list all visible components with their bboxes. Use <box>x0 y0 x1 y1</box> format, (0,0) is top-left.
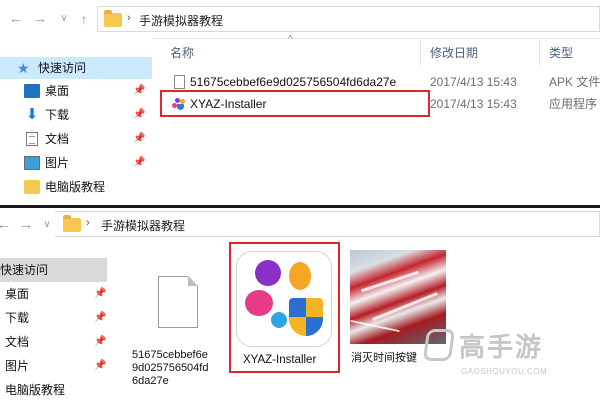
sidebar-item-label: 桌面 <box>5 287 30 301</box>
blue-dot <box>271 312 287 328</box>
file-row-xyaz-installer[interactable]: XYAZ-Installer 2017/4/13 15:43 应用程序 <box>152 93 600 115</box>
watermark-url: GAOSHOUYOU.COM <box>461 367 548 376</box>
breadcrumb-folder[interactable]: 手游模拟器教程 <box>101 217 185 234</box>
shield-icon <box>289 298 323 336</box>
file-date: 2017/4/13 15:43 <box>430 97 517 111</box>
sidebar-item-label: 文档 <box>5 335 30 349</box>
folder-icon <box>63 215 81 232</box>
pin-icon[interactable]: 📌 <box>133 128 145 150</box>
pin-icon[interactable]: 📌 <box>133 152 145 174</box>
pin-icon[interactable]: 📌 <box>94 282 106 306</box>
sidebar-item-pictures[interactable]: 图片 📌 <box>0 354 107 378</box>
file-date: 2017/4/13 15:43 <box>430 75 517 89</box>
pictures-icon <box>24 156 40 170</box>
sidebar-item-label: 电脑版教程 <box>5 383 66 397</box>
folder-icon <box>104 10 122 27</box>
blank-file-icon <box>158 276 198 328</box>
file-tile-apk[interactable]: 51675cebbef6e 9d025756504fd 6da27e <box>128 248 228 400</box>
file-icon <box>174 75 185 89</box>
file-tile-xyaz-installer[interactable]: XYAZ-Installer <box>233 248 335 372</box>
column-divider[interactable] <box>539 40 540 66</box>
back-button[interactable]: ← <box>4 7 28 31</box>
sidebar-item-downloads[interactable]: ⬇ 下载 📌 <box>0 104 152 126</box>
tile-label-line: 51675cebbef6e <box>132 349 208 361</box>
folder-icon <box>24 180 40 194</box>
sidebar-item-desktop[interactable]: 桌面 📌 <box>0 80 152 102</box>
purple-petal <box>255 260 281 286</box>
sidebar-item-label: 下载 <box>45 108 70 122</box>
sidebar-item-pc-tutorials[interactable]: 电脑版教程 <box>0 176 152 198</box>
pin-icon[interactable]: 📌 <box>94 306 106 330</box>
sidebar-item-pictures[interactable]: 图片 📌 <box>0 152 152 174</box>
pin-icon[interactable]: 📌 <box>133 80 145 102</box>
sidebar-item-label: 桌面 <box>45 84 70 98</box>
sidebar-item-label: 图片 <box>45 156 70 170</box>
file-type: APK 文件 <box>549 75 600 89</box>
xyaz-app-icon <box>236 251 332 347</box>
up-button[interactable]: ↑ <box>72 7 96 31</box>
sort-ascending-icon: ^ <box>288 34 293 45</box>
gaoshouyou-logo-icon <box>422 329 456 361</box>
star-icon: ★ <box>17 60 30 76</box>
column-header-modified[interactable]: 修改日期 <box>430 44 478 61</box>
document-icon <box>26 132 38 146</box>
sidebar-item-downloads[interactable]: 下载 📌 <box>0 306 107 330</box>
explorer-window-list-view: ← → ∨ ↑ › 手游模拟器教程 ★ 快速访问 桌面 📌 ⬇ 下载 📌 文档 … <box>0 0 600 205</box>
pin-icon[interactable]: 📌 <box>94 354 106 378</box>
sidebar-item-quick-access[interactable]: ★ 快速访问 <box>0 57 152 79</box>
breadcrumb-separator[interactable]: › <box>127 12 131 24</box>
file-type: 应用程序 <box>549 97 598 111</box>
sidebar-item-label: 快速访问 <box>0 263 49 277</box>
pin-icon[interactable]: 📌 <box>94 330 106 354</box>
pin-icon[interactable]: 📌 <box>133 104 145 126</box>
tile-label-line: 6da27e <box>132 375 169 387</box>
desktop-icon <box>24 84 40 98</box>
breadcrumb-separator[interactable]: › <box>86 217 90 229</box>
sidebar-item-label: 电脑版教程 <box>45 180 106 194</box>
file-row-apk[interactable]: 51675cebbef6e9d025756504fd6da27e 2017/4/… <box>152 71 600 93</box>
orange-petal <box>289 262 311 290</box>
navigation-bar: ← → ∨ ↑ › 手游模拟器教程 <box>0 208 600 244</box>
sidebar-item-label: 文档 <box>45 132 70 146</box>
sidebar-item-label: 下载 <box>5 311 30 325</box>
xyaz-app-icon <box>172 98 186 110</box>
sidebar-item-documents[interactable]: 文档 📌 <box>0 128 152 150</box>
file-name: XYAZ-Installer <box>190 97 267 111</box>
tile-label-line: XYAZ-Installer <box>243 354 317 366</box>
tile-label-line: 9d025756504fd <box>132 362 209 374</box>
pink-petal <box>245 290 273 316</box>
sidebar-item-pc-tutorials[interactable]: 电脑版教程 <box>0 378 107 402</box>
address-bar[interactable]: › 手游模拟器教程 <box>55 211 600 237</box>
breadcrumb-folder[interactable]: 手游模拟器教程 <box>139 12 223 29</box>
watermark-brand: 高手游 <box>459 332 544 362</box>
file-list: ^ 名称 修改日期 类型 51675cebbef6e9d025756504fd6… <box>152 34 600 205</box>
sidebar-item-desktop[interactable]: 桌面 📌 <box>0 282 107 306</box>
navigation-bar: ← → ∨ ↑ › 手游模拟器教程 <box>0 0 600 39</box>
navigation-pane: 快速访问 桌面 📌 下载 📌 文档 📌 图片 📌 电脑版教程 <box>0 258 107 400</box>
gaoshouyou-watermark: 高手游 GAOSHOUYOU.COM <box>422 327 590 387</box>
column-header-name[interactable]: 名称 <box>170 44 194 61</box>
file-name: 51675cebbef6e9d025756504fd6da27e <box>190 75 397 89</box>
forward-button[interactable]: → <box>28 7 52 31</box>
tile-label-line: 消灭时间按键 <box>351 352 417 364</box>
sidebar-item-label: 快速访问 <box>38 61 87 75</box>
column-divider[interactable] <box>420 40 421 66</box>
sidebar-item-documents[interactable]: 文档 📌 <box>0 330 107 354</box>
address-bar[interactable]: › 手游模拟器教程 <box>97 6 600 32</box>
sidebar-item-quick-access[interactable]: 快速访问 <box>0 258 107 282</box>
download-icon: ⬇ <box>25 106 39 123</box>
column-header-type[interactable]: 类型 <box>549 44 573 61</box>
navigation-pane: ★ 快速访问 桌面 📌 ⬇ 下载 📌 文档 📌 图片 📌 电脑版教程 <box>0 38 152 205</box>
sidebar-item-label: 图片 <box>5 359 30 373</box>
